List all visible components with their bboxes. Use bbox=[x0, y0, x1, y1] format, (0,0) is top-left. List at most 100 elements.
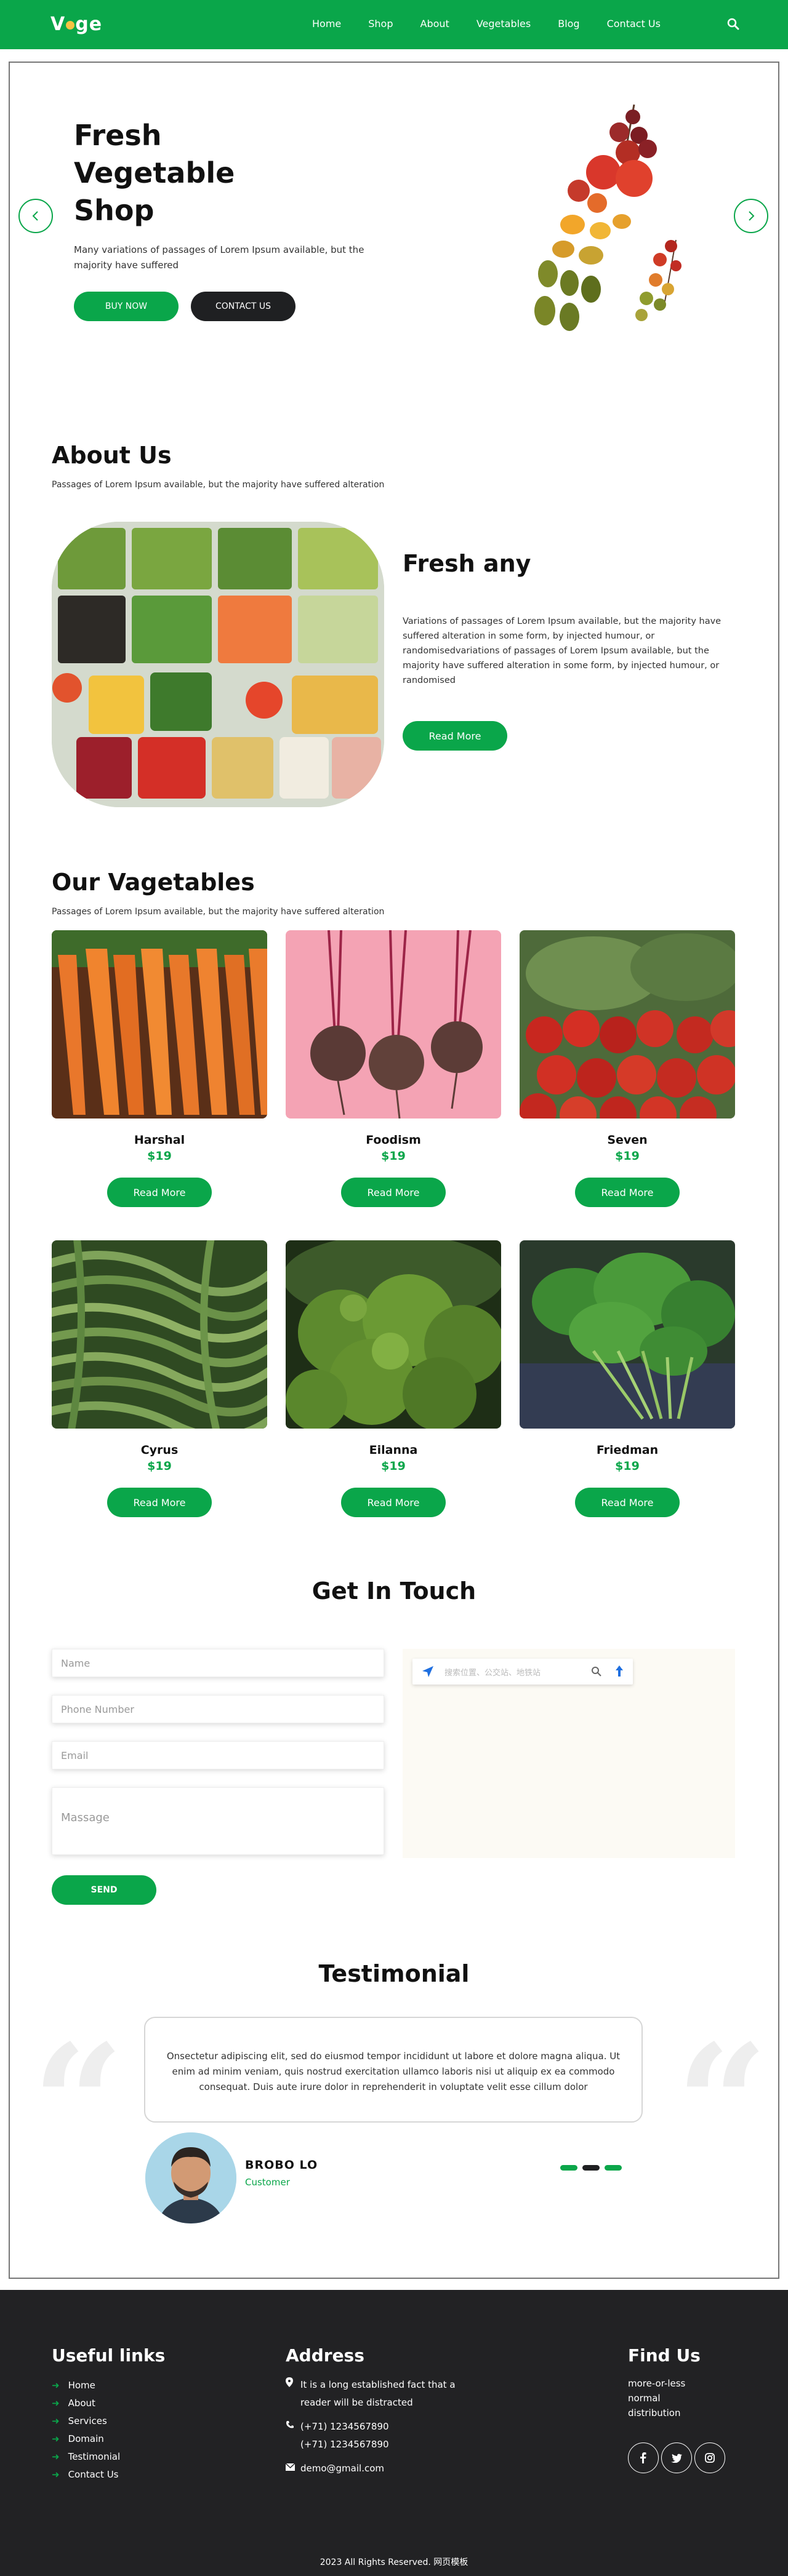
vegetable-card: Friedman $19 Read More bbox=[520, 1240, 735, 1517]
message-field[interactable] bbox=[52, 1787, 384, 1855]
arrow-right-icon: ➜ bbox=[52, 2415, 60, 2426]
nav-link-blog[interactable]: Blog bbox=[558, 18, 579, 30]
testimonial-title: Testimonial bbox=[318, 1960, 470, 1987]
arrow-left-icon[interactable] bbox=[18, 199, 53, 233]
phone-row: (+71) 1234567890 bbox=[286, 2418, 464, 2436]
vegetable-read-more-button[interactable]: Read More bbox=[107, 1178, 212, 1207]
vegetable-card: Cyrus $19 Read More bbox=[52, 1240, 267, 1517]
vegetable-read-more-button[interactable]: Read More bbox=[341, 1178, 446, 1207]
slide-dot[interactable] bbox=[560, 2165, 577, 2171]
footer-link-testimonial[interactable]: ➜ Testimonial bbox=[52, 2447, 120, 2465]
hero-text: Many variations of passages of Lorem Ips… bbox=[74, 244, 364, 271]
arrow-right-icon: ➜ bbox=[52, 2468, 60, 2480]
envelope-icon bbox=[285, 2460, 300, 2478]
about-subtitle: Passages of Lorem Ipsum available, but t… bbox=[52, 480, 385, 490]
kale-image bbox=[286, 1240, 501, 1429]
nav-link-vegetables[interactable]: Vegetables bbox=[476, 18, 531, 30]
useful-links-title: Useful links bbox=[52, 2345, 166, 2366]
about-read-more-button[interactable]: Read More bbox=[403, 721, 507, 751]
vegetable-read-more-button[interactable]: Read More bbox=[575, 1488, 680, 1517]
directions-icon[interactable] bbox=[613, 1665, 625, 1680]
address-row: It is a long established fact that a rea… bbox=[286, 2376, 464, 2412]
vegetable-read-more-button[interactable]: Read More bbox=[107, 1488, 212, 1517]
green-beans-image bbox=[52, 1240, 267, 1429]
find-us-text: more-or-less normal distribution bbox=[628, 2378, 686, 2418]
buy-now-button[interactable]: BUY NOW bbox=[74, 292, 179, 321]
footer-link-home[interactable]: ➜ Home bbox=[52, 2376, 120, 2394]
arrow-right-icon: ➜ bbox=[52, 2379, 60, 2391]
vegetable-price: $19 bbox=[381, 1459, 406, 1473]
arrow-right-icon: ➜ bbox=[52, 2397, 60, 2409]
nav-link-home[interactable]: Home bbox=[312, 18, 341, 30]
twitter-icon[interactable] bbox=[661, 2442, 692, 2473]
footer-link-label: Home bbox=[68, 2379, 95, 2391]
vegetable-name: Foodism bbox=[366, 1133, 421, 1147]
testimonial-pagination bbox=[560, 2165, 622, 2171]
vegetable-name: Harshal bbox=[134, 1133, 185, 1147]
search-icon[interactable] bbox=[727, 18, 741, 31]
vegetable-price: $19 bbox=[615, 1149, 640, 1163]
vegetable-name: Friedman bbox=[596, 1443, 659, 1457]
instagram-icon[interactable] bbox=[694, 2442, 725, 2473]
nav-link-contact-us[interactable]: Contact Us bbox=[607, 18, 661, 30]
slide-dot-active[interactable] bbox=[582, 2165, 600, 2171]
map-search-box[interactable]: 搜索位置、公交站、地铁站 bbox=[412, 1659, 633, 1685]
footer-link-label: Services bbox=[68, 2415, 107, 2426]
vegetable-price: $19 bbox=[615, 1459, 640, 1473]
facebook-icon[interactable] bbox=[628, 2442, 659, 2473]
footer-link-contact-us[interactable]: ➜ Contact Us bbox=[52, 2465, 120, 2483]
hero-title: Fresh Vegetable Shop bbox=[74, 119, 235, 227]
useful-links-list: ➜ Home ➜ About ➜ Services ➜ Domain ➜ Testimon… bbox=[52, 2376, 120, 2483]
footer-link-domain[interactable]: ➜ Domain bbox=[52, 2430, 120, 2447]
hero-vegetables-image bbox=[480, 98, 690, 369]
logo[interactable]: Vge bbox=[50, 14, 102, 35]
paper-plane-icon bbox=[421, 1665, 435, 1681]
footer-link-label: Contact Us bbox=[68, 2468, 119, 2480]
arrow-right-icon: ➜ bbox=[52, 2433, 60, 2444]
address-block: It is a long established fact that a rea… bbox=[285, 2376, 464, 2478]
vegetable-price: $19 bbox=[147, 1459, 172, 1473]
name-field[interactable] bbox=[52, 1649, 384, 1677]
about-text: Variations of passages of Lorem Ipsum av… bbox=[403, 616, 722, 685]
phone-row: (+71) 1234567890 bbox=[286, 2436, 464, 2454]
vegetable-card: Foodism $19 Read More bbox=[286, 930, 501, 1207]
location-icon bbox=[286, 2376, 300, 2412]
contact-title: Get In Touch bbox=[312, 1577, 476, 1605]
footer-link-label: Testimonial bbox=[68, 2450, 121, 2462]
arrow-right-icon[interactable] bbox=[734, 199, 768, 233]
copyright: 2023 All Rights Reserved. 网页模板 bbox=[320, 2558, 468, 2567]
vegetable-read-more-button[interactable]: Read More bbox=[341, 1488, 446, 1517]
quote-close-icon: “ bbox=[676, 2010, 768, 2198]
vegetable-price: $19 bbox=[381, 1149, 406, 1163]
vegetable-card: Eilanna $19 Read More bbox=[286, 1240, 501, 1517]
email-row: demo@gmail.com bbox=[285, 2460, 464, 2478]
about-salad-bar-image bbox=[52, 522, 384, 807]
carrots-image bbox=[52, 930, 267, 1119]
phone-field[interactable] bbox=[52, 1695, 384, 1723]
spinach-image bbox=[520, 1240, 735, 1429]
slide-dot[interactable] bbox=[605, 2165, 622, 2171]
beets-image bbox=[286, 930, 501, 1119]
phone-text: (+71) 1234567890 bbox=[300, 2439, 389, 2450]
testimonial-name: BROBO LO bbox=[245, 2158, 318, 2172]
vegetable-read-more-button[interactable]: Read More bbox=[575, 1178, 680, 1207]
vegetable-card: Seven $19 Read More bbox=[520, 930, 735, 1207]
testimonial-role: Customer bbox=[245, 2177, 290, 2188]
nav-link-about[interactable]: About bbox=[420, 18, 449, 30]
arrow-right-icon: ➜ bbox=[52, 2450, 60, 2462]
footer-link-about[interactable]: ➜ About bbox=[52, 2394, 120, 2412]
send-button[interactable]: SEND bbox=[52, 1875, 156, 1905]
about-title: About Us bbox=[52, 442, 172, 469]
avatar bbox=[145, 2132, 236, 2223]
contact-us-button[interactable]: CONTACT US bbox=[191, 292, 296, 321]
map[interactable]: 搜索位置、公交站、地铁站 bbox=[403, 1649, 735, 1858]
tomatoes-image bbox=[520, 930, 735, 1119]
logo-dot-icon bbox=[66, 20, 75, 30]
vegetable-price: $19 bbox=[147, 1149, 172, 1163]
footer-link-services[interactable]: ➜ Services bbox=[52, 2412, 120, 2430]
search-icon[interactable] bbox=[591, 1666, 602, 1680]
email-field[interactable] bbox=[52, 1741, 384, 1769]
nav-link-shop[interactable]: Shop bbox=[368, 18, 393, 30]
email-link[interactable]: demo@gmail.com bbox=[300, 2460, 384, 2478]
